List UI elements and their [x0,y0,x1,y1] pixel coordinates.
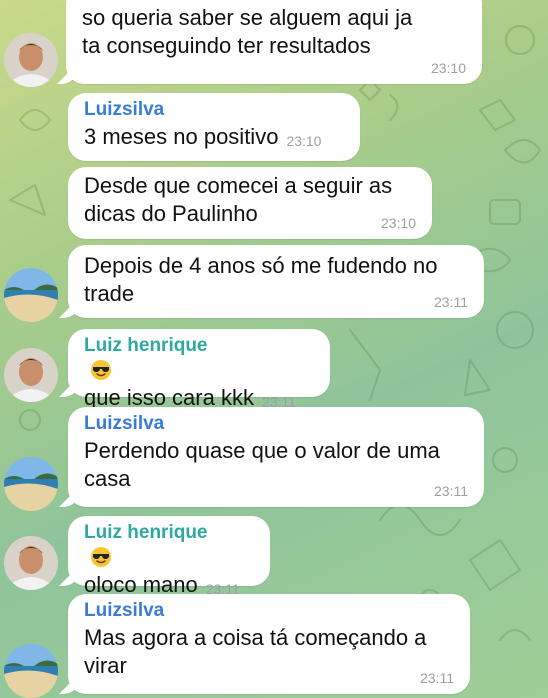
message-bubble[interactable]: Luiz henrique oloco mano 23:11 [68,516,270,597]
sender-name[interactable]: Luiz henrique [84,522,254,544]
message-bubble[interactable]: Depois de 4 anos só me fudendo no trade … [68,245,484,318]
sender-avatar-beach[interactable] [4,268,58,322]
sender-name[interactable]: Luizsilva [84,99,344,121]
message-bubble[interactable]: Luiz henrique que isso cara kkk 23:11 [68,329,330,410]
sender-name[interactable]: Luizsilva [84,413,468,435]
sender-avatar-beach[interactable] [4,644,58,698]
message-bubble[interactable]: Desde que comecei a seguir as dicas do P… [68,167,432,239]
message-bubble[interactable]: so queria saber se alguem aqui ja ta con… [66,0,482,84]
sender-name[interactable]: Luizsilva [84,600,454,622]
message-bubble[interactable]: Luizsilva 3 meses no positivo 23:10 [68,93,360,161]
sender-avatar-man[interactable] [4,536,58,590]
message-bubble[interactable]: Luizsilva Mas agora a coisa tá começando… [68,594,470,694]
message-text: Depois de 4 anos só me fudendo no trade [84,253,438,306]
sunglasses-emoji-icon [91,547,111,567]
chat-message-list[interactable]: so queria saber se alguem aqui ja ta con… [0,0,548,698]
message-timestamp: 23:11 [420,670,454,686]
message-timestamp: 23:10 [380,215,416,231]
message-timestamp: 23:10 [430,60,466,76]
message-text: Perdendo quase que o valor de uma casa [84,438,440,491]
message-bubble[interactable]: Luizsilva Perdendo quase que o valor de … [68,407,484,507]
sender-name[interactable]: Luiz henrique [84,335,314,357]
message-text: Desde que comecei a seguir as dicas do P… [84,173,393,226]
sunglasses-emoji-icon [91,360,111,380]
message-timestamp: 23:11 [434,483,468,499]
message-text: Mas agora a coisa tá começando a virar [84,625,427,678]
message-timestamp: 23:11 [434,294,468,310]
message-timestamp: 23:10 [286,133,322,149]
sender-avatar-man[interactable] [4,33,58,87]
sender-avatar-beach[interactable] [4,457,58,511]
sender-avatar-man[interactable] [4,348,58,402]
message-text: 3 meses no positivo [84,124,279,149]
message-text: so queria saber se alguem aqui ja ta con… [82,5,413,58]
